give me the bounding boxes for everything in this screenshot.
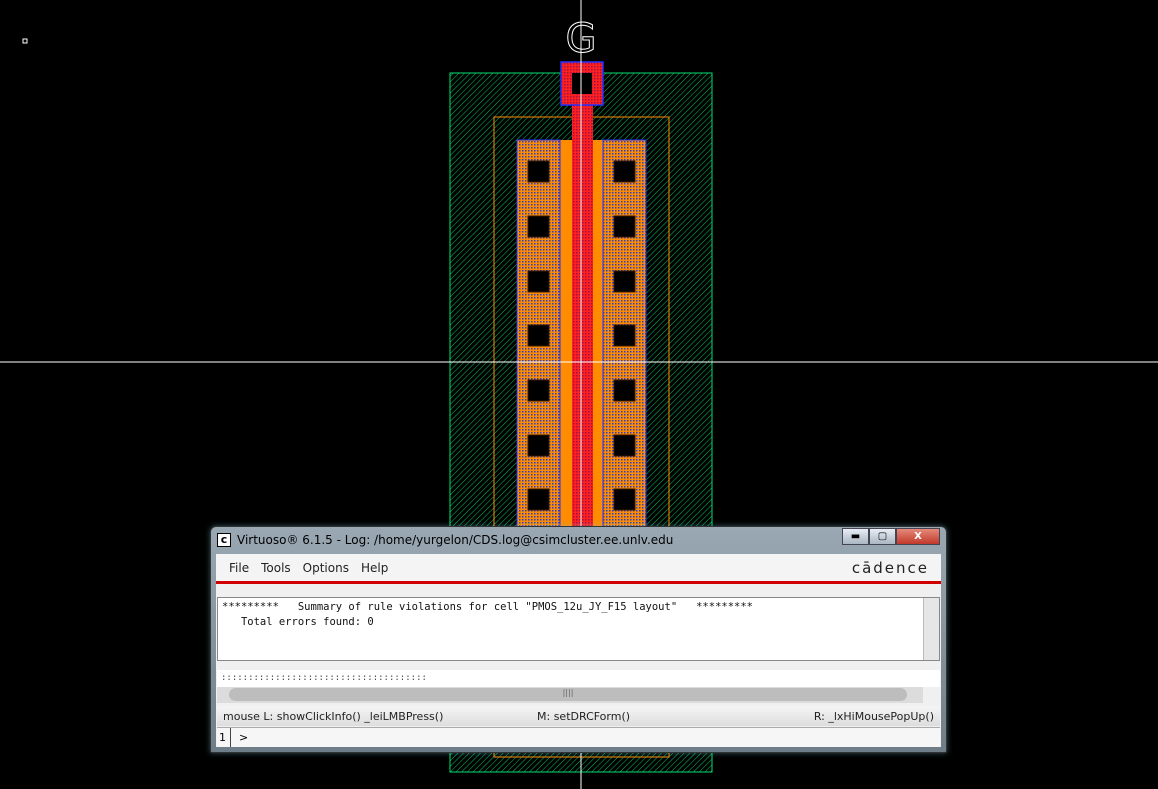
command-input[interactable]: :::::::::::::::::::::::::::::::::::::: (217, 670, 940, 687)
horizontal-scrollbar[interactable]: |||| (217, 687, 923, 703)
log-vertical-scrollbar[interactable] (923, 598, 939, 660)
mouse-status-bar: mouse L: showClickInfo() _leiLMBPress() … (217, 706, 940, 726)
cadence-app-icon: c (217, 533, 231, 547)
menu-file[interactable]: File (229, 561, 249, 575)
menu-help[interactable]: Help (361, 561, 388, 575)
diffusion-contact (613, 324, 636, 347)
log-output[interactable]: ********* Summary of rule violations for… (217, 597, 940, 661)
status-left: mouse L: showClickInfo() _leiLMBPress() (223, 709, 444, 723)
prompt-symbol: > (239, 731, 249, 744)
menu-bar: File Tools Options Help cādence (216, 554, 941, 584)
close-button[interactable]: X (896, 528, 940, 545)
diffusion-contact (527, 270, 550, 293)
cli-prompt[interactable]: 1 > (217, 727, 940, 747)
diffusion-contact (613, 215, 636, 238)
gate-contact (572, 73, 592, 94)
status-right: R: _lxHiMousePopUp() (813, 709, 934, 723)
menu-options[interactable]: Options (303, 561, 349, 575)
diffusion-contact (527, 488, 550, 511)
diffusion-contact (527, 160, 550, 183)
menu-tools[interactable]: Tools (261, 561, 291, 575)
minimize-button[interactable]: ▬ (842, 528, 869, 545)
diffusion-contact (613, 270, 636, 293)
diffusion-contact (527, 324, 550, 347)
pin-label: G (566, 16, 597, 62)
status-middle: M: setDRCForm() (537, 709, 631, 723)
maximize-button[interactable]: ▢ (869, 528, 896, 545)
diffusion-contact (527, 434, 550, 457)
window-title: Virtuoso® 6.1.5 - Log: /home/yurgelon/CD… (237, 533, 674, 547)
log-line: ********* Summary of rule violations for… (222, 601, 754, 613)
diffusion-contact (527, 379, 550, 402)
scrollbar-thumb[interactable]: |||| (229, 688, 907, 701)
diffusion-contact (613, 434, 636, 457)
origin-marker (22, 38, 28, 44)
prompt-line-number: 1 (217, 728, 231, 747)
diffusion-contact (527, 215, 550, 238)
diffusion-contact (613, 379, 636, 402)
log-line: Total errors found: 0 (222, 616, 374, 628)
diffusion-contact (613, 488, 636, 511)
cadence-logo: cādence (851, 558, 929, 577)
title-bar[interactable]: c Virtuoso® 6.1.5 - Log: /home/yurgelon/… (211, 527, 946, 553)
diffusion-contact (613, 160, 636, 183)
log-window[interactable]: c Virtuoso® 6.1.5 - Log: /home/yurgelon/… (210, 526, 947, 753)
